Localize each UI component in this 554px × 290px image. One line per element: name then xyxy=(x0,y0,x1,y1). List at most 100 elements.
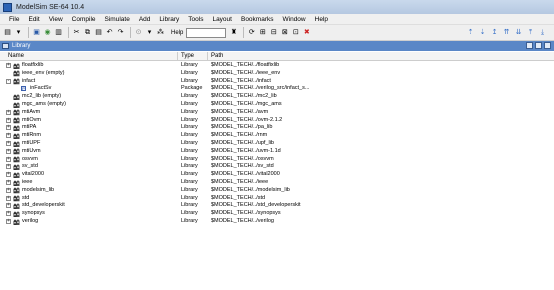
library-row[interactable]: + ieee Library $MODEL_TECH/../ieee xyxy=(0,179,554,187)
dropdown-icon[interactable]: ▾ xyxy=(145,28,154,37)
help-search-input[interactable] xyxy=(186,27,227,38)
library-row[interactable]: + std Library $MODEL_TECH/../std xyxy=(0,195,554,203)
menu-layout[interactable]: Layout xyxy=(212,16,232,23)
library-row[interactable]: + synopsys Library $MODEL_TECH/../synopsys xyxy=(0,210,554,218)
toolbar-separator xyxy=(130,27,131,38)
library-row[interactable]: + mtiAvm Library $MODEL_TECH/../avm xyxy=(0,109,554,117)
menu-tools[interactable]: Tools xyxy=(188,16,203,23)
library-row[interactable]: + modelsim_lib Library $MODEL_TECH/../model… xyxy=(0,187,554,195)
toolbar-right-group: ⇡ ⇣ ↥ ⇈ ⇊ ⤒ ⤓ xyxy=(466,28,550,37)
library-row[interactable]: + std_developerskit Library $MODEL_TECH/../… xyxy=(0,202,554,210)
step-over-icon[interactable]: ⊞ xyxy=(258,28,267,37)
step-icon[interactable]: ⟳ xyxy=(247,28,256,37)
window-title: ModelSim SE-64 10.4 xyxy=(16,3,85,11)
library-row[interactable]: + mtiPA Library $MODEL_TECH/../pa_lib xyxy=(0,124,554,132)
row-name: floatfixlib xyxy=(22,62,44,68)
row-name: inFactSv xyxy=(30,85,52,92)
library-row[interactable]: + mtiUPF Library $MODEL_TECH/../upf_lib xyxy=(0,140,554,148)
library-row[interactable]: + sv_std Library $MODEL_TECH/../sv_std xyxy=(0,163,554,171)
compile-icon[interactable]: ◉ xyxy=(43,28,52,37)
print-icon[interactable]: ▥ xyxy=(54,28,63,37)
up-all-icon[interactable]: ⇈ xyxy=(502,28,511,37)
expand-icon[interactable]: ⤒ xyxy=(526,28,535,37)
expand-icon[interactable]: + xyxy=(6,117,11,123)
cut-icon[interactable]: ✂ xyxy=(72,28,81,37)
row-type: Library xyxy=(181,194,198,201)
library-row[interactable]: + verilog Library $MODEL_TECH/../verilog xyxy=(0,218,554,226)
menu-help[interactable]: Help xyxy=(315,16,328,23)
expand-icon[interactable]: + xyxy=(6,211,11,217)
expand-icon[interactable]: + xyxy=(6,63,11,68)
up-arrow-icon[interactable]: ⇡ xyxy=(466,28,475,37)
menu-bookmarks[interactable]: Bookmarks xyxy=(241,16,274,23)
break-icon[interactable]: ⊠ xyxy=(280,28,289,37)
menu-compile[interactable]: Compile xyxy=(72,16,96,23)
new-file-icon[interactable]: ▤ xyxy=(3,28,12,37)
expand-icon[interactable]: + xyxy=(6,148,11,154)
expand-icon[interactable]: + xyxy=(6,141,11,146)
expand-icon[interactable]: + xyxy=(6,180,11,185)
save-icon[interactable]: ▣ xyxy=(32,28,41,37)
library-panel-header: Library xyxy=(0,41,554,51)
open-icon[interactable]: ▾ xyxy=(14,28,23,37)
row-name: sv_std xyxy=(22,163,38,170)
library-row[interactable]: + mtiOvm Library $MODEL_TECH/../ovm-2.1.2 xyxy=(0,117,554,125)
expand-icon[interactable]: + xyxy=(6,195,11,201)
library-row[interactable]: - infact Library $MODEL_TECH/../infact xyxy=(0,78,554,86)
panel-close-icon[interactable] xyxy=(544,42,551,49)
library-row[interactable]: PinFactSv Package $MODEL_TECH/../verilog_s… xyxy=(0,85,554,93)
help-search-icon[interactable]: ♜ xyxy=(229,28,238,37)
down-arrow-icon[interactable]: ⇣ xyxy=(478,28,487,37)
menu-window[interactable]: Window xyxy=(283,16,306,23)
library-row[interactable]: ieee_env (empty) Library $MODEL_TECH/../ie… xyxy=(0,70,554,78)
menu-view[interactable]: View xyxy=(49,16,63,23)
expand-icon[interactable]: + xyxy=(6,219,11,224)
row-type: Library xyxy=(181,186,198,193)
panel-undock-icon[interactable] xyxy=(526,42,533,49)
collapse-icon[interactable]: - xyxy=(6,78,11,84)
expand-icon[interactable]: + xyxy=(6,172,11,178)
undo-icon[interactable]: ↶ xyxy=(105,28,114,37)
row-path: $MODEL_TECH/../floatfixlib xyxy=(211,62,280,68)
library-row[interactable]: mgc_ams (empty) Library $MODEL_TECH/../mgc… xyxy=(0,101,554,109)
row-name: verilog xyxy=(22,218,39,224)
down-all-icon[interactable]: ⇊ xyxy=(514,28,523,37)
library-row[interactable]: mc2_lib (empty) Library $MODEL_TECH/../mc2… xyxy=(0,93,554,101)
panel-maximize-icon[interactable] xyxy=(535,42,542,49)
column-name[interactable]: Name xyxy=(5,52,178,61)
column-path[interactable]: Path xyxy=(208,52,554,61)
expand-icon[interactable]: + xyxy=(6,187,11,193)
library-row[interactable]: + mtiUvm Library $MODEL_TECH/../uvm-1.1d xyxy=(0,148,554,156)
stop-icon[interactable]: ✖ xyxy=(302,28,311,37)
expand-icon[interactable]: + xyxy=(6,203,11,209)
library-row[interactable]: + osvvm Library $MODEL_TECH/../osvvm xyxy=(0,156,554,164)
toolbar-separator xyxy=(243,27,245,38)
modelsim-app-icon xyxy=(3,2,12,12)
up-arrow-icon[interactable]: ↥ xyxy=(490,28,499,37)
library-tree: + floatfixlib Library $MODEL_TECH/../floatf… xyxy=(0,62,554,290)
library-row[interactable]: + vital2000 Library $MODEL_TECH/../vital200… xyxy=(0,171,554,179)
collapse-icon[interactable]: ⤓ xyxy=(538,28,547,37)
row-type: Library xyxy=(181,147,198,154)
library-row[interactable]: + mtiRnm Library $MODEL_TECH/../rnm xyxy=(0,132,554,140)
copy-icon[interactable]: ⧉ xyxy=(83,28,92,37)
redo-icon[interactable]: ↷ xyxy=(116,28,125,37)
menu-simulate[interactable]: Simulate xyxy=(105,16,130,23)
row-path: $MODEL_TECH/../synopsys xyxy=(211,210,281,217)
expand-icon[interactable]: + xyxy=(6,133,11,139)
expand-icon[interactable]: + xyxy=(6,156,11,162)
script-icon[interactable]: ⁂ xyxy=(156,28,165,37)
library-row[interactable]: + floatfixlib Library $MODEL_TECH/../floatf… xyxy=(0,62,554,70)
run-icon[interactable]: ⊡ xyxy=(291,28,300,37)
find-icon[interactable]: ⊙ xyxy=(134,28,143,37)
restart-icon[interactable]: ⊟ xyxy=(269,28,278,37)
paste-icon[interactable]: ▤ xyxy=(94,28,103,37)
menu-add[interactable]: Add xyxy=(139,16,151,23)
expand-icon[interactable]: + xyxy=(6,125,11,131)
menu-library[interactable]: Library xyxy=(159,16,179,23)
column-type[interactable]: Type xyxy=(178,52,208,61)
expand-icon[interactable]: + xyxy=(6,109,11,115)
menu-edit[interactable]: Edit xyxy=(28,16,39,23)
expand-icon[interactable]: + xyxy=(6,164,11,170)
menu-file[interactable]: File xyxy=(9,16,19,23)
